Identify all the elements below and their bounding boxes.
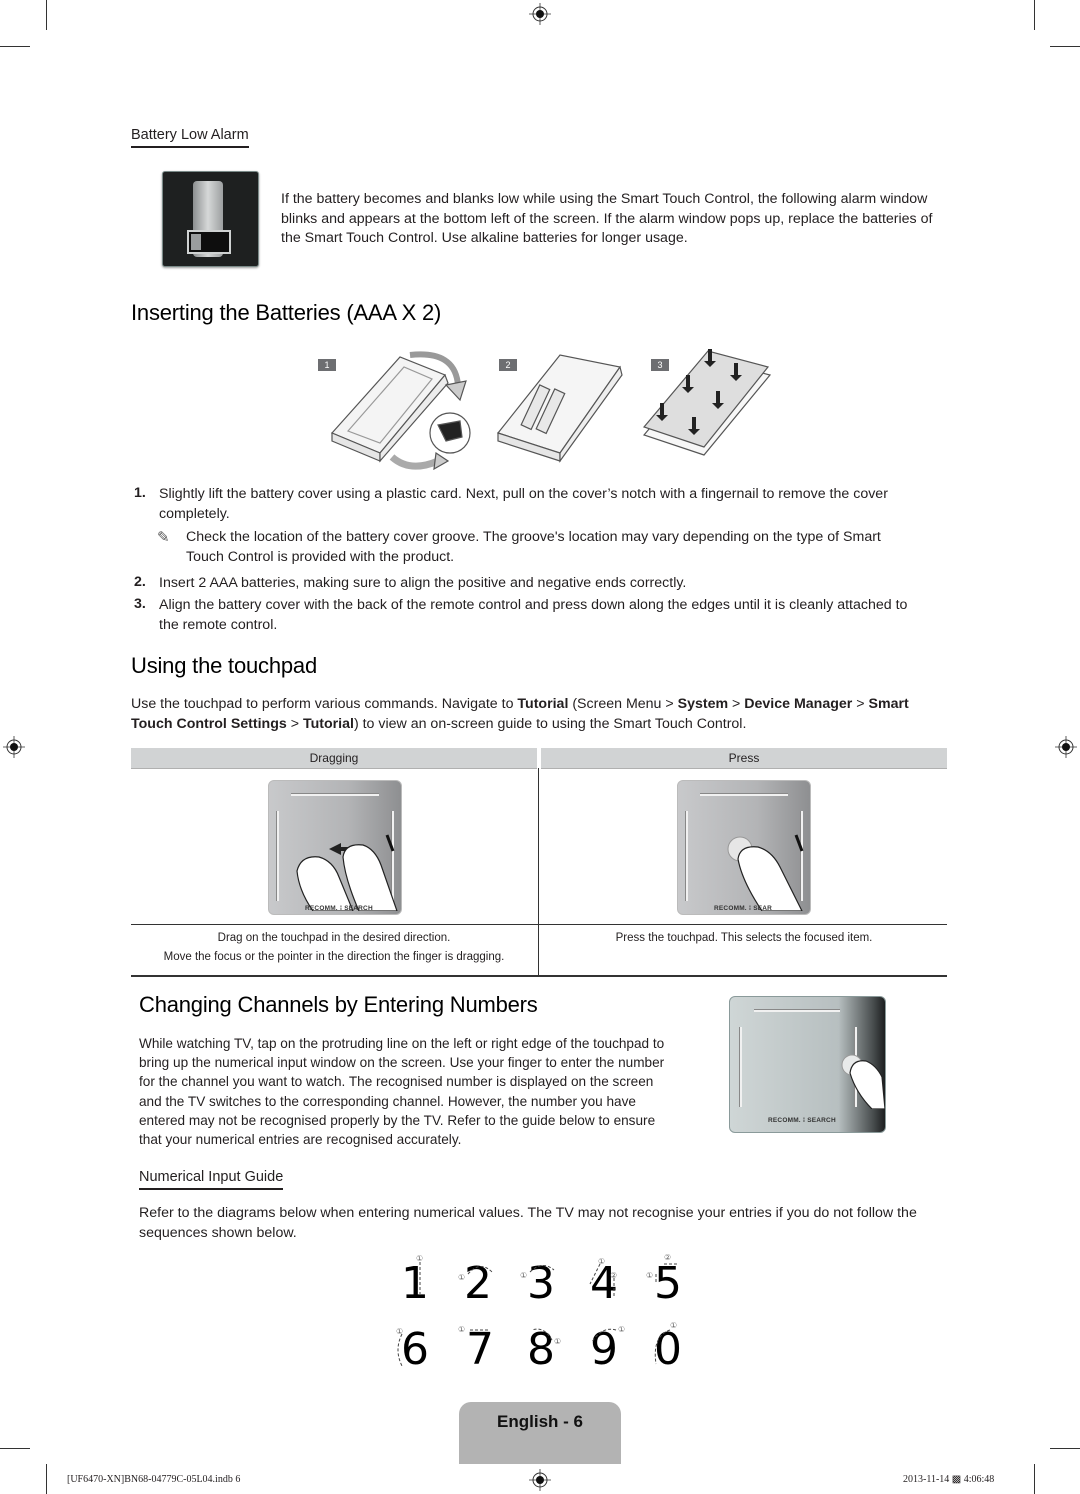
finger-tap-edge-icon — [841, 1054, 885, 1109]
numerical-input-guide-heading: Numerical Input Guide — [139, 1169, 284, 1190]
crop-mark — [1050, 46, 1080, 47]
note-text: Check the location of the battery cover … — [186, 529, 881, 565]
stroke-marker: ① — [416, 1254, 423, 1263]
table-header-press: Press — [541, 748, 947, 769]
page-number-tab: English - 6 — [459, 1402, 621, 1464]
battery-low-icon — [187, 230, 231, 254]
step-2-text: Insert 2 AAA batteries, making sure to a… — [159, 575, 687, 591]
numerical-input-guide-text: Refer to the diagrams below when enterin… — [139, 1205, 917, 1241]
changing-channels-text: While watching TV, tap on the protruding… — [139, 1036, 665, 1148]
dragging-caption-1: Drag on the touchpad in the desired dire… — [217, 932, 451, 944]
menu-path-system: System — [677, 696, 729, 712]
crop-mark — [46, 0, 47, 30]
intro-text: > — [728, 696, 745, 712]
battery-low-alarm-heading: Battery Low Alarm — [131, 127, 249, 148]
stroke-marker: ① — [520, 1271, 527, 1280]
page-number-label: English - 6 — [497, 1412, 583, 1431]
intro-text: > — [286, 715, 303, 732]
menu-path-tutorial: Tutorial — [302, 715, 354, 732]
touchpad-press-image: RECOMM. ⁞ SEAR — [677, 780, 811, 915]
using-touchpad-title: Using the touchpad — [131, 653, 317, 678]
crop-mark — [46, 1464, 47, 1494]
intro-text: (Screen Menu > — [568, 696, 678, 712]
stroke-direction-arrows: ① ① ① ① ② ① ② ① ① ① ① ① — [396, 1253, 678, 1367]
intro-text: ) to view an on-screen guide to using th… — [353, 715, 747, 732]
note-pencil-icon: ✎ — [157, 529, 170, 546]
stroke-marker: ① — [598, 1257, 605, 1266]
intro-text: > — [852, 696, 869, 712]
footer-file-info: [UF6470-XN]BN68-04779C-05L04.indb 6 — [67, 1474, 241, 1485]
remote-cover-attach-icon — [642, 349, 772, 456]
stroke-marker: ① — [670, 1321, 677, 1330]
crop-mark — [1050, 1448, 1080, 1449]
pad-label: RECOMM. ⁞ SEARCH — [768, 1117, 836, 1124]
stroke-marker: ② — [664, 1253, 671, 1262]
touchpad-number-image: RECOMM. ⁞ SEARCH — [729, 996, 886, 1133]
pad-edge-line — [754, 1009, 840, 1012]
touchpad-dragging-image: RECOMM. ⁞ SEARCH — [268, 780, 402, 915]
table-row-divider — [131, 924, 947, 925]
registration-mark-icon — [1055, 736, 1077, 758]
pad-edge-line — [739, 1027, 742, 1107]
dragging-caption-2: Move the focus or the pointer in the dir… — [163, 951, 505, 963]
finger-drag-icon — [296, 834, 398, 911]
pad-edge-line — [685, 811, 688, 901]
finger-press-icon — [727, 834, 804, 911]
menu-path-tutorial: Tutorial — [517, 696, 569, 712]
pad-label: RECOMM. ⁞ SEAR — [714, 905, 773, 912]
stroke-marker: ① — [458, 1325, 465, 1334]
inserting-batteries-title: Inserting the Batteries (AAA X 2) — [131, 300, 442, 325]
stroke-marker: ① — [554, 1337, 561, 1346]
menu-path-device-manager: Device Manager — [744, 696, 853, 712]
crop-mark — [0, 46, 30, 47]
crop-mark — [1034, 1464, 1035, 1494]
step-3-number: 3. — [134, 596, 146, 612]
table-bottom-border — [131, 975, 947, 977]
pad-label: RECOMM. ⁞ SEARCH — [305, 905, 373, 912]
press-caption: Press the touchpad. This selects the foc… — [615, 932, 873, 944]
stroke-marker: ① — [646, 1271, 653, 1280]
changing-channels-title: Changing Channels by Entering Numbers — [139, 992, 538, 1017]
remote-cover-removal-icon — [330, 351, 471, 470]
stroke-marker: ② — [610, 1271, 617, 1280]
intro-text: Use the touchpad to perform various comm… — [131, 696, 518, 712]
footer-timestamp: 2013-11-14 ▩ 4:06:48 — [903, 1474, 995, 1485]
step-1-number: 1. — [134, 485, 146, 501]
stroke-marker: ① — [396, 1327, 403, 1336]
stroke-marker: ① — [618, 1325, 625, 1334]
step-2-number: 2. — [134, 574, 146, 590]
crop-mark — [1034, 0, 1035, 30]
step-1-text: Slightly lift the battery cover using a … — [159, 486, 888, 522]
battery-insertion-illustration — [330, 349, 772, 470]
remote-battery-compartment-icon — [496, 354, 623, 463]
step-3-text: Align the battery cover with the back of… — [159, 597, 908, 633]
registration-mark-icon — [3, 736, 25, 758]
stroke-marker: ① — [458, 1273, 465, 1282]
touchpad-intro: Use the touchpad to perform various comm… — [131, 695, 951, 734]
table-header-dragging: Dragging — [131, 748, 537, 769]
registration-mark-icon — [529, 3, 551, 25]
pad-edge-line — [276, 811, 279, 901]
pad-edge-line — [291, 793, 379, 796]
pad-edge-line — [700, 793, 788, 796]
registration-mark-icon — [529, 1469, 551, 1491]
crop-mark — [0, 1448, 30, 1449]
battery-low-alarm-text: If the battery becomes and blanks low wh… — [281, 191, 933, 246]
battery-low-alarm-image — [162, 171, 259, 267]
table-column-divider — [538, 768, 539, 976]
